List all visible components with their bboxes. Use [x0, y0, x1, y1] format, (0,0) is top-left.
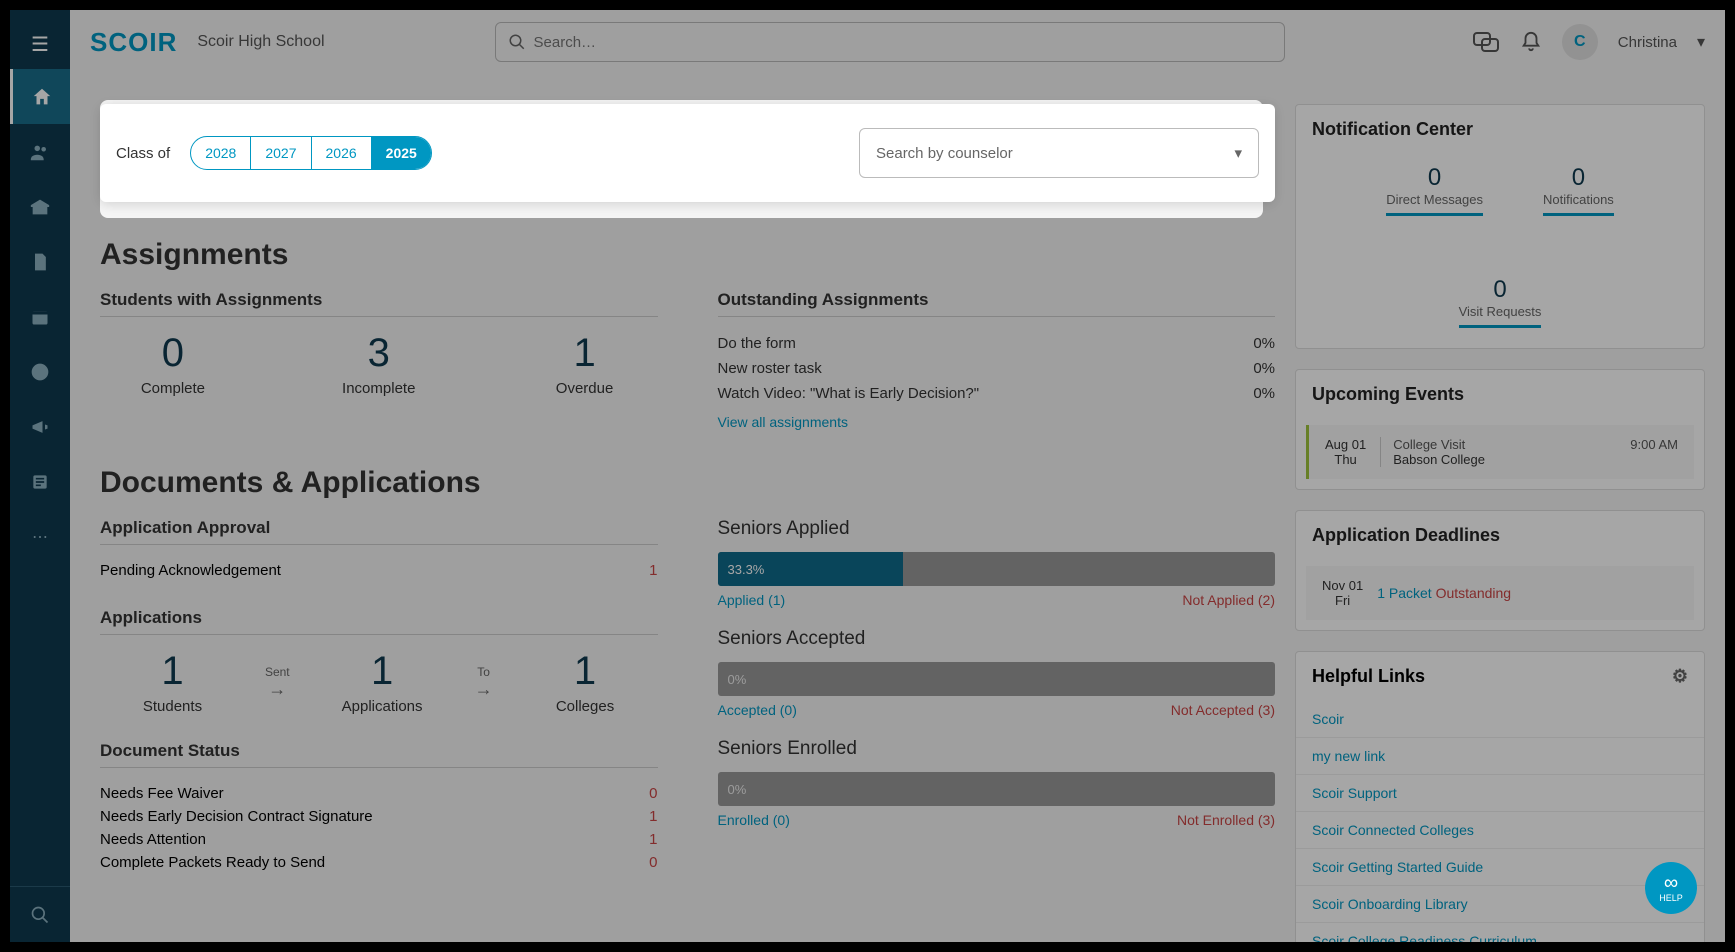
link-item[interactable]: Scoir College Readiness Curriculum [1296, 923, 1704, 942]
sidebar-item-documents[interactable] [10, 234, 70, 289]
document-status-heading: Document Status [100, 741, 658, 768]
application-deadlines-heading: Application Deadlines [1296, 511, 1704, 560]
doc-status-row: Needs Attention1 [100, 828, 658, 851]
gear-icon[interactable]: ⚙ [1672, 666, 1688, 687]
seniors-accepted-heading: Seniors Accepted [718, 628, 1276, 650]
sidebar-item-reports[interactable] [10, 344, 70, 399]
view-all-assignments-link[interactable]: View all assignments [718, 414, 1276, 430]
stat-complete[interactable]: 0Complete [100, 331, 246, 397]
notification-center-heading: Notification Center [1296, 105, 1704, 154]
sidebar-item-home[interactable] [10, 69, 70, 124]
tab-visit-requests[interactable]: 0Visit Requests [1459, 276, 1542, 328]
brand-logo: SCOIR [90, 27, 177, 58]
global-search[interactable] [495, 22, 1285, 62]
helpful-links-heading: Helpful Links [1312, 666, 1425, 687]
arrow-right-icon: → [265, 679, 290, 700]
year-tab-2028[interactable]: 2028 [191, 137, 251, 169]
sidebar-item-students[interactable] [10, 124, 70, 179]
class-of-label: Class of [116, 145, 170, 162]
link-item[interactable]: Scoir Connected Colleges [1296, 812, 1704, 849]
seniors-enrolled-bar: 0% [718, 772, 1276, 806]
sidebar: ☰ ⋯ [10, 10, 70, 942]
year-tab-2026[interactable]: 2026 [312, 137, 372, 169]
chevron-down-icon: ▾ [1234, 144, 1242, 162]
counselor-placeholder: Search by counselor [876, 145, 1013, 162]
counselor-select[interactable]: Search by counselor ▾ [859, 128, 1259, 178]
not-applied-link[interactable]: Not Applied (2) [1182, 592, 1275, 608]
link-item[interactable]: Scoir [1296, 701, 1704, 738]
sidebar-item-announce[interactable] [10, 399, 70, 454]
chevron-down-icon[interactable]: ▾ [1697, 32, 1705, 52]
upcoming-events-heading: Upcoming Events [1296, 370, 1704, 419]
seniors-accepted-bar: 0% [718, 662, 1276, 696]
pending-ack-row: Pending Acknowledgement1 [100, 559, 658, 582]
application-approval-heading: Application Approval [100, 518, 658, 545]
link-item[interactable]: Scoir Support [1296, 775, 1704, 812]
upcoming-events-card: Upcoming Events Aug 01Thu College VisitB… [1295, 369, 1705, 490]
search-icon [508, 33, 526, 51]
class-filter-card: Class of 2028 2027 2026 2025 Search by c… [100, 104, 1275, 202]
year-tabs: 2028 2027 2026 2025 [190, 136, 432, 170]
seniors-applied-heading: Seniors Applied [718, 518, 1276, 540]
sidebar-toggle-icon[interactable]: ☰ [19, 20, 61, 69]
applied-link[interactable]: Applied (1) [718, 592, 786, 608]
stat-overdue[interactable]: 1Overdue [512, 331, 658, 397]
sidebar-item-calendar[interactable] [10, 289, 70, 344]
sidebar-search-icon[interactable] [10, 887, 70, 942]
applications-heading: Applications [100, 608, 658, 635]
arrow-right-icon: → [475, 679, 493, 700]
user-name: Christina [1618, 34, 1677, 51]
application-deadlines-card: Application Deadlines Nov 01Fri 1 Packet… [1295, 510, 1705, 631]
sidebar-item-more[interactable]: ⋯ [10, 509, 70, 564]
assignment-row: Do the form0% [718, 331, 1276, 356]
topbar: SCOIR Scoir High School C Christina ▾ [70, 10, 1725, 74]
link-item[interactable]: Scoir Onboarding Library [1296, 886, 1704, 923]
outstanding-assignments-heading: Outstanding Assignments [718, 290, 1276, 317]
sidebar-item-colleges[interactable] [10, 179, 70, 234]
accepted-link[interactable]: Accepted (0) [718, 702, 797, 718]
assignment-row: New roster task0% [718, 356, 1276, 381]
stat-incomplete[interactable]: 3Incomplete [306, 331, 452, 397]
helpful-links-card: Helpful Links ⚙ Scoir my new link Scoir S… [1295, 651, 1705, 942]
year-tab-2027[interactable]: 2027 [251, 137, 311, 169]
infinity-icon: ∞ [1664, 873, 1678, 893]
seniors-enrolled-heading: Seniors Enrolled [718, 738, 1276, 760]
avatar[interactable]: C [1562, 24, 1598, 60]
doc-status-row: Complete Packets Ready to Send0 [100, 851, 658, 874]
bell-icon[interactable] [1520, 31, 1542, 53]
school-name: Scoir High School [197, 33, 324, 51]
students-assignments-heading: Students with Assignments [100, 290, 658, 317]
tab-direct-messages[interactable]: 0Direct Messages [1386, 164, 1483, 216]
tab-notifications[interactable]: 0Notifications [1543, 164, 1614, 216]
not-enrolled-link[interactable]: Not Enrolled (3) [1177, 812, 1275, 828]
search-input[interactable] [534, 34, 1272, 51]
help-fab[interactable]: ∞HELP [1645, 862, 1697, 914]
deadline-item[interactable]: Nov 01Fri 1 Packet Outstanding [1306, 566, 1694, 620]
assignment-row: Watch Video: "What is Early Decision?"0% [718, 381, 1276, 406]
assignments-heading: Assignments [100, 238, 1275, 272]
event-item[interactable]: Aug 01Thu College VisitBabson College 9:… [1306, 425, 1694, 479]
link-item[interactable]: Scoir Getting Started Guide [1296, 849, 1704, 886]
link-item[interactable]: my new link [1296, 738, 1704, 775]
enrolled-link[interactable]: Enrolled (0) [718, 812, 790, 828]
seniors-applied-bar: 33.3% [718, 552, 1276, 586]
messages-icon[interactable] [1472, 30, 1500, 54]
not-accepted-link[interactable]: Not Accepted (3) [1171, 702, 1275, 718]
sidebar-item-list[interactable] [10, 454, 70, 509]
doc-status-row: Needs Early Decision Contract Signature1 [100, 805, 658, 828]
year-tab-2025[interactable]: 2025 [372, 137, 431, 169]
documents-heading: Documents & Applications [100, 466, 1275, 500]
doc-status-row: Needs Fee Waiver0 [100, 782, 658, 805]
notification-center-card: Notification Center 0Direct Messages 0No… [1295, 104, 1705, 349]
